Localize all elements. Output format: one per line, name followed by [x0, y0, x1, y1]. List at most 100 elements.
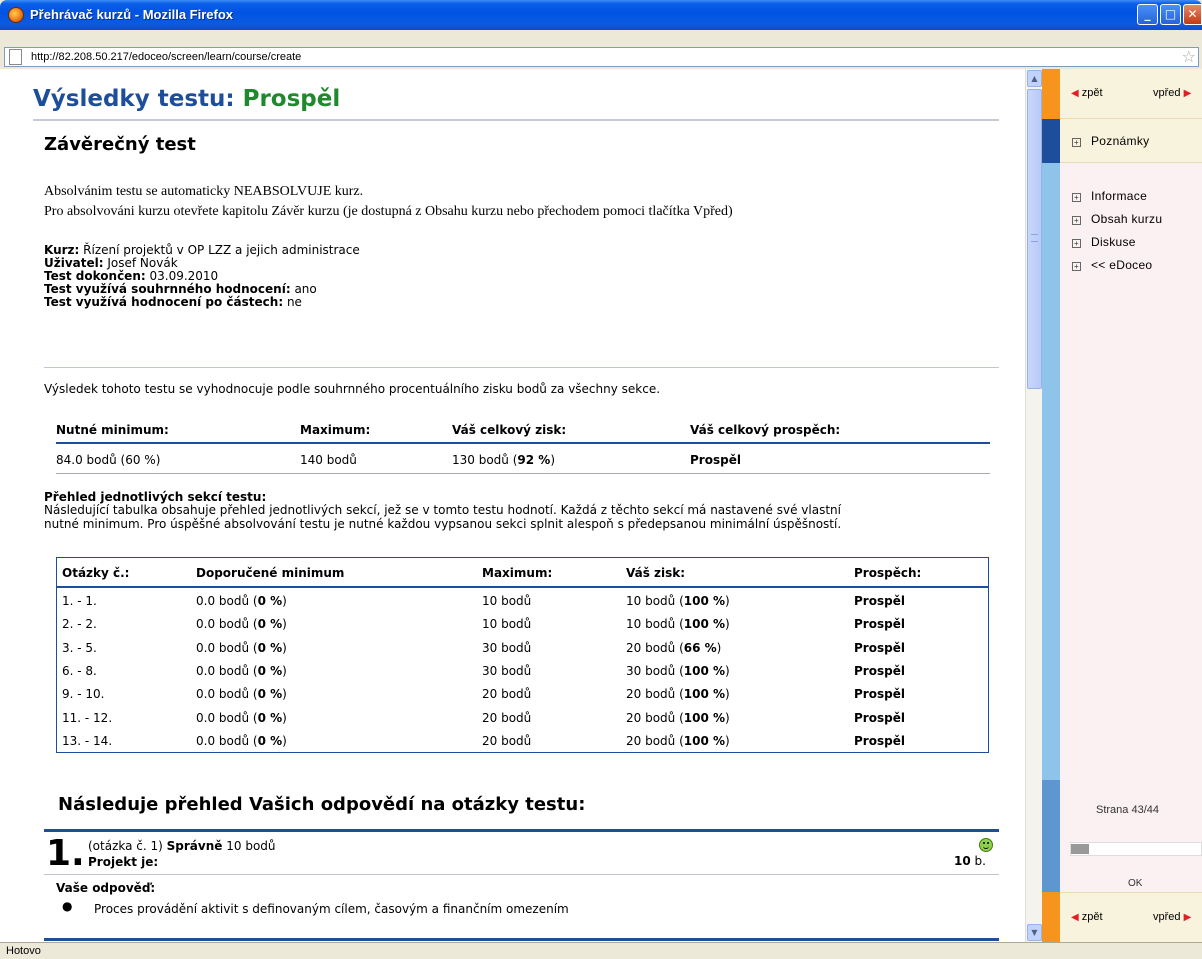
bookmark-star-icon[interactable]: ☆ [1182, 47, 1196, 66]
minimize-icon[interactable]: _ [1137, 4, 1158, 25]
sections-heading: Přehled jednotlivých sekcí testu: [44, 490, 267, 504]
nav-stripe [1042, 780, 1060, 892]
section-result: Prospěl [854, 710, 905, 725]
close-icon[interactable]: ✕ [1183, 4, 1202, 25]
page-progress-bar[interactable] [1070, 842, 1202, 856]
menu-item-edoceo[interactable]: + << eDoceo [1072, 258, 1152, 272]
bottom-navigation: ◀ zpět vpřed ▶ [1060, 892, 1202, 942]
section-questions: 2. - 2. [62, 617, 97, 632]
correct-label: Správně [166, 839, 223, 853]
nav-stripe [1042, 892, 1060, 942]
section-min: 0.0 bodů (0 %) [196, 617, 287, 632]
scroll-down-icon[interactable]: ▼ [1027, 924, 1042, 941]
question-points: 10 b. [954, 854, 986, 868]
nav-stripe [1042, 119, 1060, 163]
section-gain: 10 bodů (100 %) [626, 617, 730, 632]
forward-button[interactable]: vpřed ▶ [1153, 87, 1191, 99]
section-questions: 9. - 10. [62, 687, 105, 702]
page-icon [9, 49, 22, 65]
back-button[interactable]: ◀ zpět [1071, 87, 1103, 99]
scroll-up-icon[interactable]: ▲ [1027, 70, 1042, 87]
summary-min: 84.0 bodů (60 %) [56, 453, 161, 467]
forward-button[interactable]: vpřed ▶ [1153, 911, 1191, 923]
sections-table: Otázky č.: Doporučené minimum Maximum: V… [56, 557, 989, 753]
divider [44, 829, 999, 832]
section-max: 30 bodů [482, 663, 532, 678]
summary-header: Váš celkový prospěch: [690, 423, 841, 437]
maximize-icon[interactable]: □ [1160, 4, 1181, 25]
summary-bottom-rule [56, 473, 990, 474]
summary-header: Váš celkový zisk: [452, 423, 567, 437]
title-bar: Přehrávač kurzů - Mozilla Firefox _ □ ✕ [0, 0, 1202, 30]
menu-item-diskuse[interactable]: + Diskuse [1072, 235, 1136, 249]
sections-header: Maximum: [482, 566, 553, 580]
section-gain: 20 bodů (100 %) [626, 710, 730, 725]
section-min: 0.0 bodů (0 %) [196, 663, 287, 678]
notes-item[interactable]: + Poznámky [1072, 134, 1149, 148]
sections-header: Prospěch: [854, 566, 922, 580]
page-progress-fill [1071, 844, 1089, 854]
section-max: 20 bodů [482, 710, 532, 725]
status-bar: Hotovo [0, 942, 1202, 959]
page-content: Výsledky testu: Prospěl Závěrečný test A… [0, 69, 1025, 942]
expand-box-icon: + [1072, 138, 1081, 147]
section-questions: 3. - 5. [62, 640, 97, 655]
section-max: 20 bodů [482, 733, 532, 748]
divider [44, 874, 999, 875]
divider [44, 367, 999, 368]
section-gain: 20 bodů (100 %) [626, 733, 730, 748]
page-title: Výsledky testu: Prospěl [33, 86, 341, 112]
nav-stripe [1042, 69, 1060, 119]
nav-stripe [1042, 163, 1060, 780]
divider [33, 119, 999, 121]
answers-heading: Následuje přehled Vašich odpovědí na otá… [58, 794, 586, 815]
arrow-right-icon: ▶ [1183, 912, 1192, 923]
info-course: Kurz: Řízení projektů v OP LZZ a jejich … [44, 243, 360, 257]
section-questions: 1. - 1. [62, 594, 97, 608]
summary-header: Nutné minimum: [56, 423, 169, 437]
url-text: http://82.208.50.217/edoceo/screen/learn… [31, 51, 302, 63]
notice-line-2: Pro absolvováni kurzu otevřete kapitolu … [44, 204, 733, 219]
vertical-scrollbar[interactable]: ▲ ▼ [1025, 69, 1042, 942]
section-max: 20 bodů [482, 687, 532, 702]
result-status: Prospěl [242, 86, 341, 112]
question-text: Projekt je: [88, 855, 159, 869]
sections-header: Doporučené minimum [196, 566, 345, 580]
sections-header: Váš zisk: [626, 566, 686, 580]
summary-result: Prospěl [690, 453, 741, 467]
address-bar-area: http://82.208.50.217/edoceo/screen/learn… [0, 30, 1202, 69]
your-answer-label: Vaše odpověď: [56, 881, 156, 895]
section-result: Prospěl [854, 594, 905, 608]
section-min: 0.0 bodů (0 %) [196, 687, 287, 702]
page-number: Strana 43/44 [1096, 804, 1159, 816]
section-result: Prospěl [854, 733, 905, 748]
test-name: Závěrečný test [44, 134, 196, 155]
evaluation-text: Výsledek tohoto testu se vyhodnocuje pod… [44, 382, 661, 396]
status-text: Hotovo [6, 945, 41, 957]
smiley-icon [979, 838, 993, 852]
section-result: Prospěl [854, 640, 905, 655]
section-questions: 6. - 8. [62, 663, 97, 678]
expand-box-icon: + [1072, 239, 1081, 248]
back-button[interactable]: ◀ zpět [1071, 911, 1103, 923]
menu-item-informace[interactable]: + Informace [1072, 189, 1147, 203]
arrow-left-icon: ◀ [1071, 88, 1079, 99]
url-input[interactable]: http://82.208.50.217/edoceo/screen/learn… [4, 47, 1199, 67]
page-indicator: Strana 43/44 OK [1060, 780, 1202, 892]
section-result: Prospěl [854, 687, 905, 702]
window-title: Přehrávač kurzů - Mozilla Firefox [30, 7, 234, 22]
section-max: 30 bodů [482, 640, 532, 655]
menu-item-obsah-kurzu[interactable]: + Obsah kurzu [1072, 212, 1162, 226]
ok-button[interactable]: OK [1128, 878, 1142, 889]
scroll-thumb[interactable] [1027, 89, 1042, 389]
section-questions: 13. - 14. [62, 733, 113, 748]
section-min: 0.0 bodů (0 %) [196, 594, 287, 608]
section-gain: 20 bodů (66 %) [626, 640, 722, 655]
section-min: 0.0 bodů (0 %) [196, 710, 287, 725]
question-meta: (otázka č. 1) Správně 10 bodů [88, 839, 276, 853]
info-part-eval: Test využívá hodnocení po částech: ne [44, 295, 302, 309]
notice-line-1: Absolvánim testu se automaticky NEABSOLV… [44, 184, 364, 199]
answer-text: Proces provádění aktivit s definovaným c… [94, 902, 569, 916]
bullet-icon: ● [62, 899, 73, 913]
sections-description-1: Následující tabulka obsahuje přehled jed… [44, 503, 841, 517]
